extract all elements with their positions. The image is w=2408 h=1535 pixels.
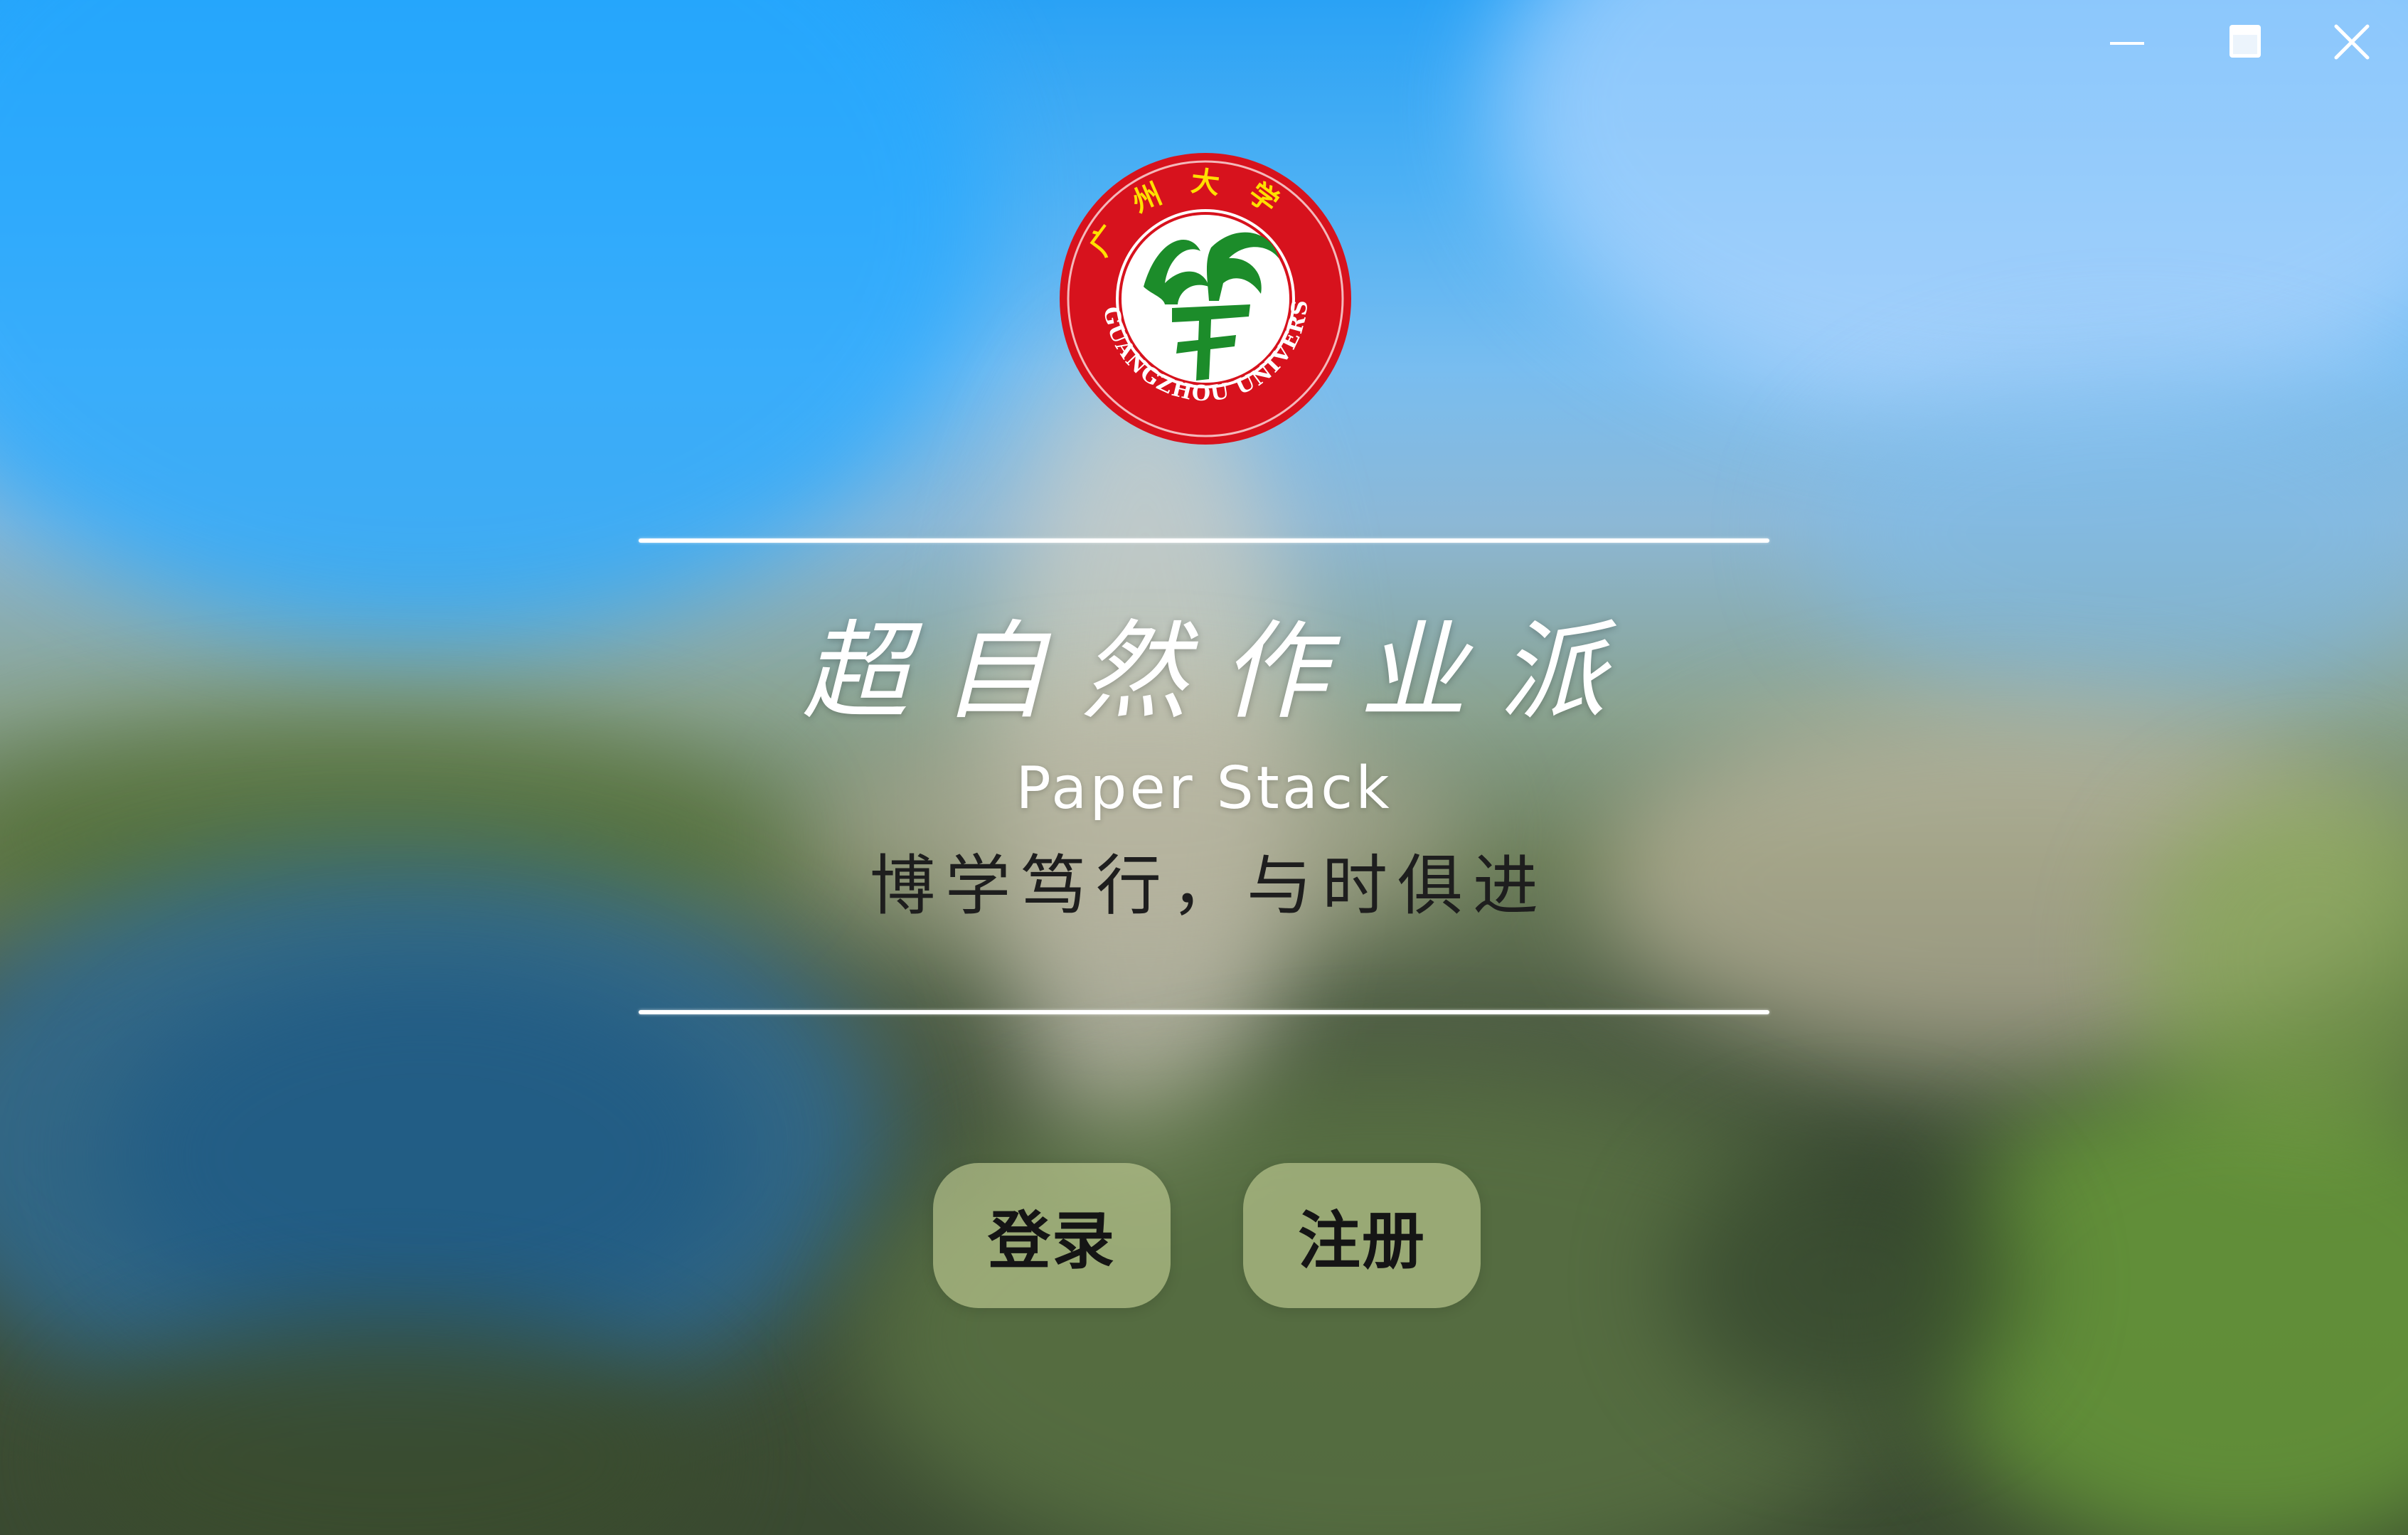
close-button[interactable] (2313, 17, 2391, 67)
app-title-cn: 超自然作业派 (801, 610, 1639, 734)
close-icon (2334, 24, 2370, 60)
minimize-button[interactable] (2088, 17, 2166, 67)
app-title-en: Paper Stack (1016, 755, 1392, 822)
login-button[interactable]: 登录 (933, 1163, 1171, 1308)
university-slogan: 博学笃行，与时俱进 (869, 848, 1548, 924)
app-window: 广州大学 GUANGZHOU UNIVERSITY 超自然作业派 Paper S… (0, 0, 2408, 1535)
maximize-icon (2229, 25, 2261, 58)
bottom-divider (639, 1010, 1769, 1014)
university-logo: 广州大学 GUANGZHOU UNIVERSITY (1058, 152, 1353, 446)
minimize-icon (2110, 42, 2144, 45)
maximize-button[interactable] (2206, 17, 2284, 67)
top-divider (639, 538, 1769, 543)
register-button[interactable]: 注册 (1243, 1163, 1481, 1308)
